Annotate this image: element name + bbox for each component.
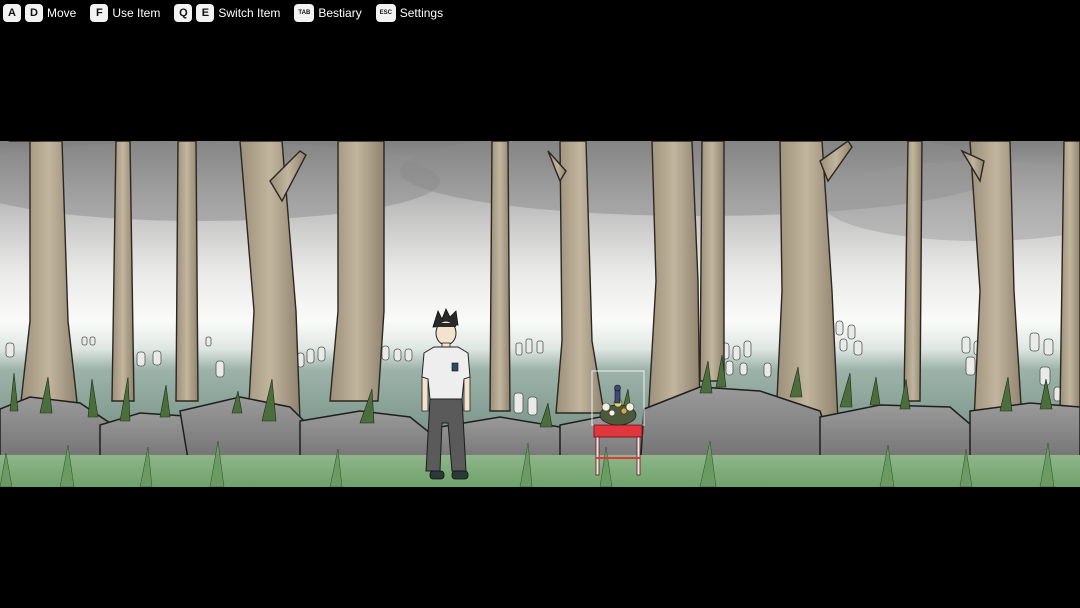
- control-move: A D Move: [3, 4, 76, 22]
- key-esc-icon: ESC: [375, 4, 396, 22]
- key-a-icon: A: [3, 4, 21, 22]
- control-use-item: F Use Item: [90, 4, 160, 22]
- switch-item-label: Switch Item: [218, 6, 281, 20]
- game-scene[interactable]: [0, 141, 1080, 487]
- controls-hint-bar: A D Move F Use Item Q E Switch Item TAB …: [3, 3, 457, 23]
- game-window: A D Move F Use Item Q E Switch Item TAB …: [0, 0, 1080, 608]
- key-tab-icon: TAB: [294, 4, 315, 22]
- key-e-icon: E: [196, 4, 215, 22]
- scene-art: [0, 141, 1080, 487]
- control-bestiary: TAB Bestiary: [294, 4, 362, 22]
- key-f-icon: F: [90, 4, 109, 22]
- control-switch-item: Q E Switch Item: [174, 4, 280, 22]
- bestiary-label: Bestiary: [318, 6, 362, 20]
- settings-label: Settings: [399, 6, 444, 20]
- move-label: Move: [47, 6, 77, 20]
- ground: [0, 455, 1080, 487]
- use-item-label: Use Item: [112, 6, 161, 20]
- key-q-icon: Q: [174, 4, 193, 22]
- control-settings: ESC Settings: [375, 4, 444, 22]
- key-d-icon: D: [25, 4, 43, 22]
